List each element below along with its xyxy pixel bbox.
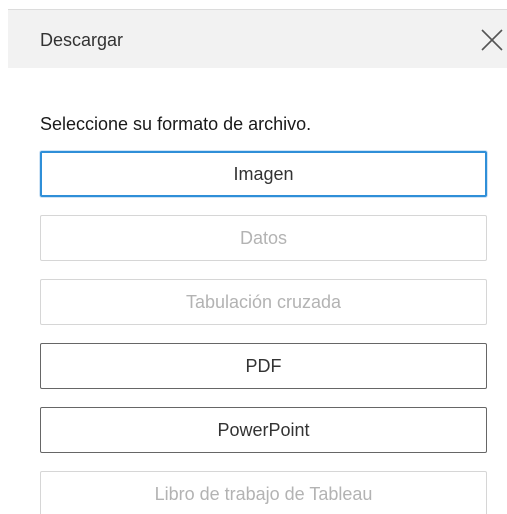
format-prompt: Seleccione su formato de archivo.: [40, 114, 312, 134]
dialog-title: Descargar: [40, 30, 124, 50]
close-button[interactable]: [478, 26, 506, 54]
format-crosstab-button[interactable]: Tabulación cruzada: [40, 279, 487, 325]
download-dialog: Descargar Seleccione su formato de archi…: [0, 0, 507, 514]
format-pdf-button[interactable]: PDF: [40, 343, 487, 389]
format-powerpoint-button[interactable]: PowerPoint: [40, 407, 487, 453]
dialog-header: Descargar: [8, 10, 507, 68]
format-image-button[interactable]: Imagen: [40, 151, 487, 197]
format-tableau-workbook-button[interactable]: Libro de trabajo de Tableau: [40, 471, 487, 514]
format-data-button[interactable]: Datos: [40, 215, 487, 261]
close-icon: [481, 29, 503, 51]
